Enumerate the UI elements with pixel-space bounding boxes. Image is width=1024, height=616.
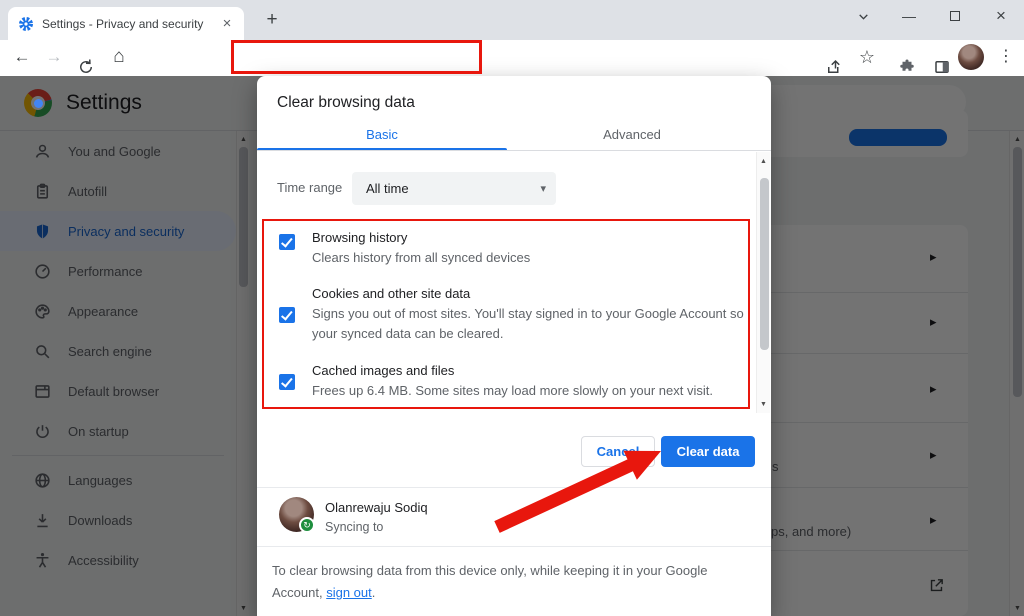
minimize-button[interactable]: — [886, 0, 932, 34]
account-sync-status: Syncing to [325, 520, 383, 534]
scroll-up-icon[interactable]: ▲ [757, 158, 770, 165]
tab-advanced[interactable]: Advanced [507, 120, 757, 151]
settings-gear-favicon-icon [18, 16, 34, 32]
account-avatar: ↻ [279, 497, 314, 532]
side-panel-icon[interactable] [926, 40, 958, 76]
reload-button[interactable] [70, 40, 102, 76]
tab-settings[interactable]: Settings - Privacy and security × [8, 7, 244, 40]
tab-basic[interactable]: Basic [257, 120, 507, 151]
maximize-icon [950, 11, 960, 21]
new-tab-button[interactable]: + [258, 6, 286, 34]
clear-data-button[interactable]: Clear data [661, 436, 755, 467]
tab-strip: Settings - Privacy and security × + — × [0, 0, 1024, 40]
sync-badge-icon: ↻ [299, 517, 315, 533]
account-row: ↻ Olanrewaju Sodiq Syncing to [257, 487, 771, 547]
cancel-button[interactable]: Cancel [581, 436, 655, 467]
dialog-tabs: Basic Advanced [257, 120, 757, 151]
dialog-title: Clear browsing data [277, 94, 415, 112]
back-button[interactable]: ← [6, 40, 38, 76]
dropdown-caret-icon: ▾ [540, 182, 546, 195]
dialog-scrollbar[interactable]: ▲ ▼ [756, 152, 770, 413]
account-name: Olanrewaju Sodiq [325, 500, 428, 515]
maximize-button[interactable] [932, 0, 978, 34]
annotation-box-url [231, 40, 482, 74]
bookmark-star-icon[interactable]: ☆ [851, 40, 883, 76]
home-button[interactable]: ⌂ [103, 40, 135, 76]
tab-title: Settings - Privacy and security [42, 17, 218, 31]
tab-search-chevron-icon[interactable] [840, 0, 886, 34]
extensions-puzzle-icon[interactable] [891, 40, 923, 76]
scrollbar-thumb[interactable] [760, 178, 769, 350]
time-range-label: Time range [277, 180, 342, 195]
tab-close-icon[interactable]: × [218, 15, 236, 33]
time-range-value: All time [366, 181, 540, 196]
profile-avatar[interactable] [955, 40, 987, 76]
browser-window: Settings - Privacy and security × + — × … [0, 0, 1024, 616]
browser-toolbar: ← → ⌂ Chrome chrome://settings/clearBrow… [0, 40, 1024, 76]
annotation-box-checkboxes [262, 219, 750, 409]
scroll-down-icon[interactable]: ▼ [757, 401, 770, 408]
sign-out-link[interactable]: sign out [326, 585, 372, 600]
window-close-button[interactable]: × [978, 0, 1024, 34]
browser-menu-dots-icon[interactable]: ⋮ [990, 40, 1022, 76]
forward-button[interactable]: → [38, 40, 70, 76]
dialog-footer-note: To clear browsing data from this device … [272, 560, 738, 604]
time-range-select[interactable]: All time ▾ [352, 172, 556, 205]
share-button[interactable] [818, 40, 850, 76]
